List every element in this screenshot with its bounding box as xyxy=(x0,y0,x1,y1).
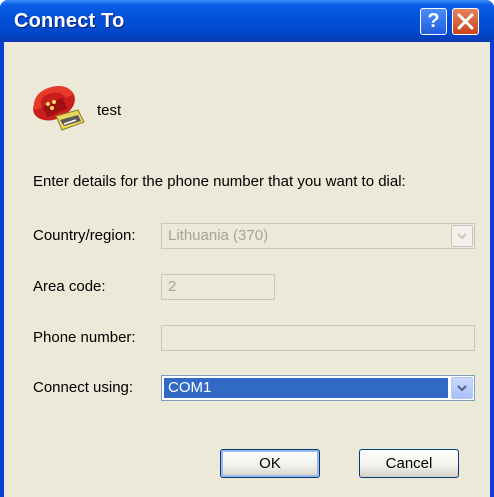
area-code-field: 2 xyxy=(161,274,275,300)
ok-button[interactable]: OK xyxy=(220,449,320,478)
close-icon xyxy=(457,13,474,30)
title-bar[interactable]: Connect To ? xyxy=(0,0,494,42)
country-select: Lithuania (370) xyxy=(161,223,475,249)
country-value: Lithuania (370) xyxy=(168,227,269,244)
area-code-label: Area code: xyxy=(33,278,106,295)
connect-using-label: Connect using: xyxy=(33,379,134,396)
country-label: Country/region: xyxy=(33,227,136,244)
connect-to-dialog: Connect To ? test Enter details for the … xyxy=(0,0,494,497)
chevron-down-icon xyxy=(457,385,467,392)
help-button[interactable]: ? xyxy=(420,8,447,35)
dialog-body: test Enter details for the phone number … xyxy=(4,42,490,497)
connect-using-dropdown-button[interactable] xyxy=(451,377,473,399)
close-button[interactable] xyxy=(452,8,479,35)
phone-connection-icon xyxy=(33,86,85,131)
country-dropdown-button xyxy=(451,225,473,247)
window-title: Connect To xyxy=(14,10,125,32)
connect-using-value: COM1 xyxy=(168,379,212,396)
connect-using-selection[interactable]: COM1 xyxy=(164,378,448,398)
area-code-value: 2 xyxy=(168,278,177,295)
dial-prompt: Enter details for the phone number that … xyxy=(33,173,406,190)
phone-number-field xyxy=(161,325,475,351)
phone-number-label: Phone number: xyxy=(33,329,136,346)
chevron-down-icon xyxy=(457,233,467,240)
cancel-button[interactable]: Cancel xyxy=(359,449,459,478)
connection-name: test xyxy=(97,102,122,119)
connect-using-select[interactable]: COM1 xyxy=(161,375,475,401)
